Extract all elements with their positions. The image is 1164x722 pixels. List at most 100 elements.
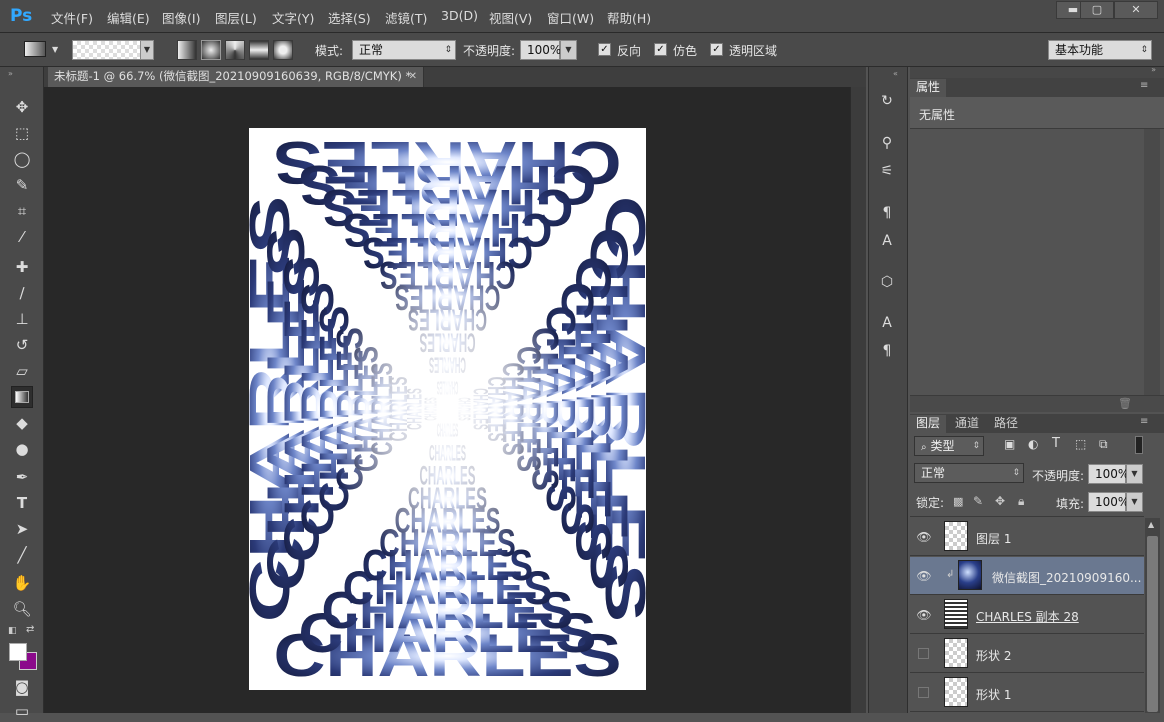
brush-presets-icon[interactable]: ⚲ — [876, 132, 898, 154]
healing-brush-tool-icon[interactable]: ✚ — [11, 256, 33, 278]
eraser-tool-icon[interactable]: ▱ — [11, 360, 33, 382]
menu-window[interactable]: 窗口(W) — [547, 8, 594, 27]
swap-colors-icon[interactable]: ⇄ — [26, 624, 34, 635]
layer-row[interactable]: 👁︎ 图层 1 — [910, 518, 1144, 556]
linear-gradient-icon[interactable] — [177, 40, 197, 60]
eye-icon[interactable]: 👁︎ — [916, 607, 932, 623]
filter-smart-object-icon[interactable]: ⧉ — [1099, 437, 1108, 452]
opacity-dropdown-arrow[interactable]: ▼ — [560, 40, 577, 60]
visibility-off-box[interactable] — [918, 687, 929, 698]
clone-stamp-tool-icon[interactable]: ⊥ — [11, 308, 33, 330]
filter-adjustment-icon[interactable]: ◐ — [1028, 437, 1038, 451]
layer-filter-select[interactable]: ⌕ 类型 ⇕ — [914, 436, 984, 456]
transparency-checkbox[interactable]: ✓ — [710, 43, 723, 56]
reflected-gradient-icon[interactable] — [249, 40, 269, 60]
lock-all-icon[interactable]: 🔒︎ — [1018, 494, 1024, 509]
gradient-tool-icon[interactable] — [11, 386, 33, 408]
eye-icon[interactable]: 👁︎ — [916, 529, 932, 545]
properties-scrollbar[interactable] — [1144, 129, 1160, 395]
history-brush-tool-icon[interactable]: ↺ — [11, 334, 33, 356]
fill-input[interactable]: 100% — [1088, 492, 1129, 512]
collapse-toolbox-icon[interactable]: » — [8, 69, 13, 78]
lasso-tool-icon[interactable]: ◯ — [11, 148, 33, 170]
collapse-panels-icon[interactable]: » — [1151, 65, 1156, 74]
close-button[interactable]: ✕ — [1114, 1, 1158, 19]
brush-tool-icon[interactable]: ∕ — [11, 282, 33, 304]
dither-checkbox[interactable]: ✓ — [654, 43, 667, 56]
filter-shape-icon[interactable]: ⬚ — [1075, 437, 1086, 451]
menu-type[interactable]: 文字(Y) — [272, 8, 314, 27]
marquee-tool-icon[interactable]: ⬚ — [11, 122, 33, 144]
layers-panel-menu-icon[interactable]: ≡ — [1140, 416, 1148, 427]
gradient-dropdown-arrow[interactable]: ▼ — [140, 40, 154, 60]
dodge-tool-icon[interactable]: ● — [11, 438, 33, 460]
collapse-dock-icon[interactable]: « — [893, 69, 898, 78]
lock-transparent-icon[interactable]: ▩ — [953, 495, 963, 508]
blend-mode-select[interactable]: 正常 ⇕ — [914, 463, 1024, 483]
layer-row[interactable]: 形状 2 — [910, 635, 1144, 673]
lock-image-icon[interactable]: ✎ — [973, 494, 983, 508]
quick-mask-icon[interactable]: ◙ — [11, 676, 33, 698]
blur-tool-icon[interactable]: ◆ — [11, 412, 33, 434]
3d-panel-icon[interactable]: ⬡ — [876, 271, 898, 293]
menu-edit[interactable]: 编辑(E) — [107, 8, 150, 27]
menu-3d[interactable]: 3D(D) — [441, 8, 478, 23]
panel-collapse-bar[interactable]: » — [910, 65, 1164, 78]
document-tab[interactable]: 未标题-1 @ 66.7% (微信截图_20210909160639, RGB/… — [48, 67, 424, 87]
line-tool-icon[interactable]: ╱ — [11, 544, 33, 566]
menu-layer[interactable]: 图层(L) — [215, 8, 257, 27]
mode-select[interactable]: 正常 ⇕ — [352, 40, 456, 60]
adjustments-icon[interactable]: ⚟ — [876, 160, 898, 182]
path-select-tool-icon[interactable]: ➤ — [11, 518, 33, 540]
foreground-color-swatch[interactable] — [9, 643, 27, 661]
layer-opacity-input[interactable]: 100% — [1088, 464, 1129, 484]
lock-position-icon[interactable]: ✥ — [995, 494, 1005, 508]
restore-button[interactable]: ▢ — [1080, 1, 1114, 19]
fill-arrow[interactable]: ▼ — [1126, 492, 1143, 512]
quick-select-tool-icon[interactable]: ✎ — [11, 174, 33, 196]
gradient-preset-icon[interactable] — [24, 41, 46, 57]
diamond-gradient-icon[interactable] — [273, 40, 293, 60]
layers-scrollbar[interactable]: ▲ — [1145, 518, 1160, 713]
character-panel-icon[interactable]: A — [876, 312, 898, 334]
move-tool-icon[interactable]: ✥ — [11, 96, 33, 118]
hand-tool-icon[interactable]: ✋ — [11, 572, 33, 594]
character-styles-icon[interactable]: A — [876, 230, 898, 252]
history-panel-icon[interactable]: ↻ — [876, 90, 898, 112]
menu-image[interactable]: 图像(I) — [162, 8, 200, 27]
opacity-input[interactable]: 100% — [520, 40, 561, 60]
menu-help[interactable]: 帮助(H) — [607, 8, 651, 27]
pen-tool-icon[interactable]: ✒ — [11, 466, 33, 488]
radial-gradient-icon[interactable] — [201, 40, 221, 60]
filter-type-icon[interactable]: T — [1052, 436, 1060, 451]
filter-toggle[interactable] — [1135, 436, 1143, 454]
menu-select[interactable]: 选择(S) — [328, 8, 371, 27]
paragraph-panel-icon[interactable]: ¶ — [876, 340, 898, 362]
tab-channels[interactable]: 通道 — [949, 415, 985, 433]
scroll-up-icon[interactable]: ▲ — [1148, 520, 1154, 529]
angle-gradient-icon[interactable] — [225, 40, 245, 60]
layer-row[interactable]: 形状 1 — [910, 674, 1144, 712]
zoom-tool-icon[interactable]: 🔍︎ — [11, 598, 33, 620]
type-tool-icon[interactable]: T — [11, 492, 33, 514]
tab-layers[interactable]: 图层 — [910, 415, 947, 433]
eye-icon[interactable]: 👁︎ — [916, 568, 932, 584]
visibility-off-box[interactable] — [918, 648, 929, 659]
document-canvas[interactable]: CHARLESCHARLESCHARLESCHARLESCHARLESCHARL… — [249, 128, 646, 690]
crop-tool-icon[interactable]: ⌗ — [11, 200, 33, 222]
layer-row-selected[interactable]: 👁︎ ↲ 微信截图_20210909160... — [910, 557, 1144, 595]
trash-icon[interactable]: 🗑︎ — [1118, 397, 1132, 410]
layer-opacity-arrow[interactable]: ▼ — [1126, 464, 1143, 484]
menu-view[interactable]: 视图(V) — [489, 8, 532, 27]
menu-file[interactable]: 文件(F) — [51, 8, 93, 27]
layers-scroll-thumb[interactable] — [1147, 536, 1158, 712]
canvas-scrollbar[interactable] — [850, 87, 866, 713]
chevron-down-icon[interactable]: ▼ — [52, 45, 58, 54]
menu-filter[interactable]: 滤镜(T) — [385, 8, 427, 27]
panel-menu-icon[interactable]: ≡ — [1140, 80, 1148, 91]
tab-properties[interactable]: 属性 — [910, 79, 947, 97]
screen-mode-icon[interactable]: ▭ — [11, 700, 33, 722]
paragraph-styles-icon[interactable]: ¶ — [876, 202, 898, 224]
tab-paths[interactable]: 路径 — [988, 415, 1024, 433]
eyedropper-tool-icon[interactable]: ⁄ — [11, 226, 33, 248]
